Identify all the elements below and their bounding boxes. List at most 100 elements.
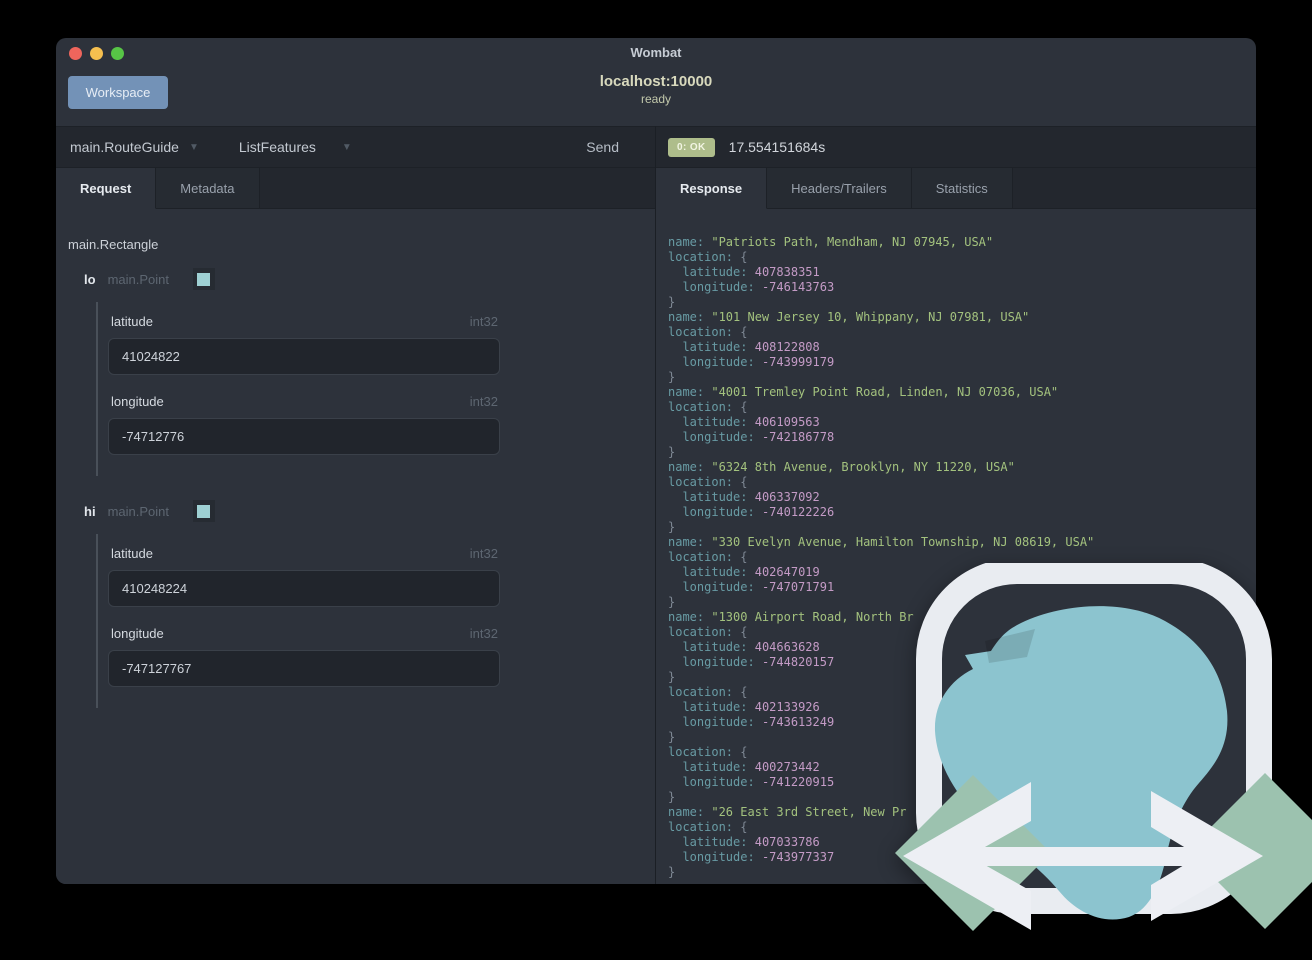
hi-longitude-input[interactable] bbox=[108, 650, 500, 687]
longitude-field: longitude int32 bbox=[108, 394, 500, 472]
response-line: latitude: 404663628 bbox=[682, 640, 820, 654]
service-selector[interactable]: main.RouteGuide ▼ bbox=[70, 139, 199, 155]
response-line: latitude: 400273442 bbox=[682, 760, 820, 774]
lo-enabled-checkbox[interactable] bbox=[192, 268, 215, 290]
app-window: Wombat Workspace localhost:10000 ready m… bbox=[56, 38, 1256, 884]
request-form: main.Rectangle lo main.Point latitude in… bbox=[56, 209, 655, 884]
field-children: latitude int32 longitude int32 bbox=[96, 534, 500, 708]
response-tab-bar: Response Headers/Trailers Statistics bbox=[656, 168, 1256, 209]
response-line: location: { bbox=[668, 550, 748, 564]
method-selector-label: ListFeatures bbox=[238, 139, 316, 155]
response-line: longitude: -743613249 bbox=[682, 715, 835, 729]
response-line: name: "1300 Airport Road, North Br bbox=[668, 610, 914, 624]
response-line: location: { bbox=[668, 325, 748, 339]
response-line: latitude: 406109563 bbox=[682, 415, 820, 429]
response-line: } bbox=[668, 520, 676, 534]
response-line: location: { bbox=[668, 475, 748, 489]
field-name-label: hi bbox=[84, 503, 96, 519]
field-type-badge: int32 bbox=[469, 314, 498, 329]
response-line: name: "330 Evelyn Avenue, Hamilton Towns… bbox=[668, 535, 1095, 549]
response-line: latitude: 408122808 bbox=[682, 340, 820, 354]
request-pane: main.RouteGuide ▼ ListFeatures ▼ Send Re… bbox=[56, 126, 655, 884]
chevron-down-icon: ▼ bbox=[188, 141, 199, 153]
lo-latitude-input[interactable] bbox=[108, 338, 500, 375]
call-duration: 17.554151684s bbox=[728, 139, 826, 155]
response-line: latitude: 407838351 bbox=[682, 265, 820, 279]
longitude-field: longitude int32 bbox=[108, 626, 500, 704]
response-line: location: { bbox=[668, 625, 748, 639]
field-type-badge: int32 bbox=[469, 626, 498, 641]
response-line: location: { bbox=[668, 820, 748, 834]
tab-bar-filler bbox=[1012, 168, 1256, 208]
latitude-field: latitude int32 bbox=[108, 314, 500, 392]
field-type-badge: int32 bbox=[469, 394, 498, 409]
field-label: latitude bbox=[111, 314, 153, 329]
response-line: longitude: -742186778 bbox=[682, 430, 835, 444]
response-line: latitude: 402647019 bbox=[682, 565, 820, 579]
response-line: longitude: -741220915 bbox=[682, 775, 835, 789]
response-line: longitude: -746143763 bbox=[682, 280, 835, 294]
field-children: latitude int32 longitude int32 bbox=[96, 302, 500, 476]
method-selector[interactable]: ListFeatures ▼ bbox=[239, 139, 352, 155]
tab-bar-filler bbox=[259, 168, 655, 208]
response-line: name: "101 New Jersey 10, Whippany, NJ 0… bbox=[668, 310, 1030, 324]
response-line: } bbox=[668, 445, 676, 459]
response-line: } bbox=[668, 865, 676, 879]
response-line: name: "Patriots Path, Mendham, NJ 07945,… bbox=[668, 235, 994, 249]
response-line: longitude: -743999179 bbox=[682, 355, 835, 369]
field-type-badge: int32 bbox=[469, 546, 498, 561]
field-group-lo: lo main.Point latitude int32 41024822 lo… bbox=[68, 268, 639, 476]
response-line: } bbox=[668, 595, 676, 609]
response-line: } bbox=[668, 790, 676, 804]
response-line: } bbox=[668, 370, 676, 384]
response-line: latitude: 402133926 bbox=[682, 700, 820, 714]
field-type-label: main.Point bbox=[107, 271, 169, 287]
response-line: location: { bbox=[668, 250, 748, 264]
hi-latitude-input[interactable] bbox=[108, 570, 500, 607]
request-tab-bar: Request Metadata bbox=[56, 168, 655, 209]
response-line: longitude: -747071791 bbox=[682, 580, 835, 594]
hi-enabled-checkbox[interactable] bbox=[192, 500, 215, 522]
response-line: location: { bbox=[668, 745, 748, 759]
field-label: longitude bbox=[111, 626, 164, 641]
send-button[interactable]: Send bbox=[586, 139, 619, 155]
response-line: name: "6324 8th Avenue, Brooklyn, NY 112… bbox=[668, 460, 1015, 474]
window-title: Wombat bbox=[630, 45, 682, 60]
checkbox-fill bbox=[197, 272, 211, 286]
tab-request[interactable]: Request bbox=[56, 168, 157, 209]
title-bar: Wombat bbox=[56, 38, 1256, 68]
response-line: longitude: -743977337 bbox=[682, 850, 835, 864]
response-line: } bbox=[668, 730, 676, 744]
response-line: longitude: -744820157 bbox=[682, 655, 835, 669]
response-line: latitude: 406337092 bbox=[682, 490, 820, 504]
field-label: latitude bbox=[111, 546, 153, 561]
tab-response[interactable]: Response bbox=[656, 168, 768, 209]
tab-statistics[interactable]: Statistics bbox=[911, 168, 1013, 208]
field-group-hi: hi main.Point latitude int32 410248224 l… bbox=[68, 500, 639, 708]
status-code-badge: 0: OK bbox=[668, 137, 715, 157]
field-name-label: lo bbox=[84, 271, 96, 287]
tab-headers-trailers[interactable]: Headers/Trailers bbox=[767, 168, 912, 208]
server-info: localhost:10000 ready bbox=[56, 73, 1256, 106]
response-line: name: "26 East 3rd Street, New Pr bbox=[668, 805, 907, 819]
response-status-bar: 0: OK 17.554151684s bbox=[656, 126, 1256, 168]
response-stream[interactable]: name: "Patriots Path, Mendham, NJ 07945,… bbox=[656, 209, 1256, 884]
response-line: location: { bbox=[668, 685, 748, 699]
server-address: localhost:10000 bbox=[599, 73, 713, 90]
app-header: Workspace localhost:10000 ready bbox=[56, 68, 1256, 126]
response-line: latitude: 407033786 bbox=[682, 835, 820, 849]
server-status: ready bbox=[640, 92, 672, 106]
service-selector-label: main.RouteGuide bbox=[70, 139, 179, 155]
lo-longitude-input[interactable] bbox=[108, 418, 500, 455]
field-type-label: main.Point bbox=[107, 503, 169, 519]
request-toolbar: main.RouteGuide ▼ ListFeatures ▼ Send bbox=[56, 126, 655, 168]
chevron-down-icon: ▼ bbox=[341, 141, 352, 153]
field-label: longitude bbox=[111, 394, 164, 409]
tab-metadata[interactable]: Metadata bbox=[156, 168, 260, 208]
response-line: name: "4001 Tremley Point Road, Linden, … bbox=[668, 385, 1059, 399]
response-line: longitude: -740122226 bbox=[682, 505, 835, 519]
message-type-label: main.Rectangle bbox=[68, 237, 159, 252]
response-line: } bbox=[668, 295, 676, 309]
response-line: } bbox=[668, 670, 676, 684]
checkbox-fill bbox=[197, 504, 211, 518]
